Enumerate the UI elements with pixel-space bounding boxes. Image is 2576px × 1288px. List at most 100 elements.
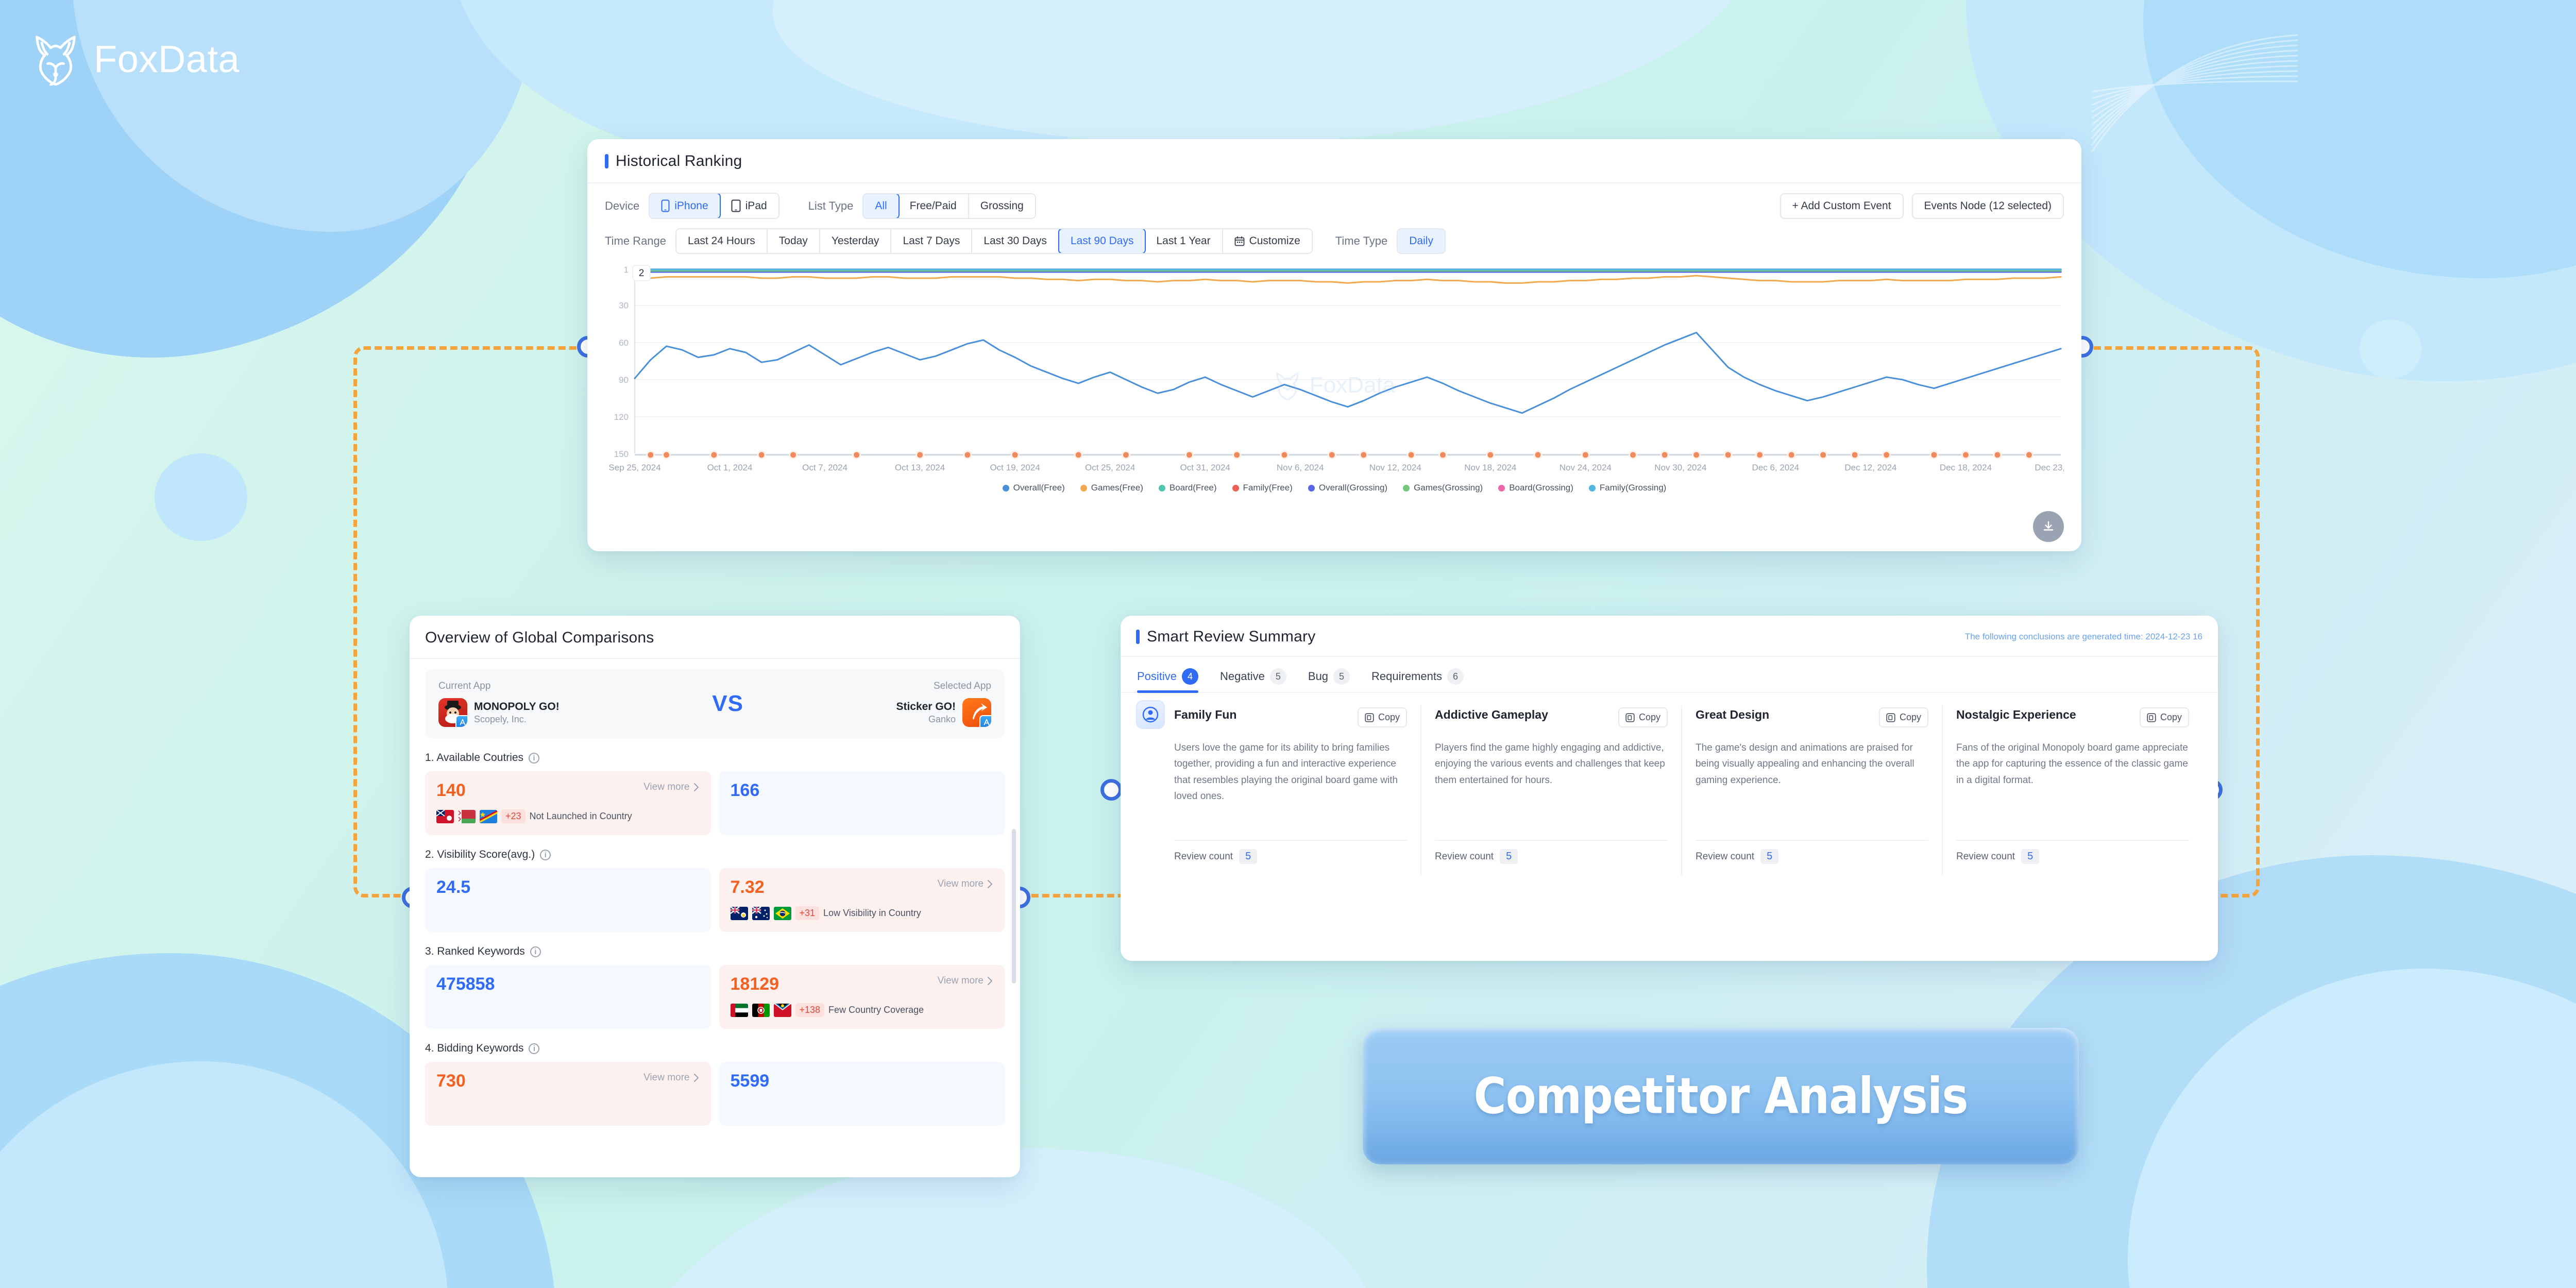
add-custom-event-button[interactable]: + Add Custom Event (1780, 193, 1904, 219)
bg-blob-small-right (2360, 319, 2421, 379)
chart-event-marker[interactable] (852, 450, 861, 460)
device-segmented-control: iPhone iPad (649, 193, 779, 219)
tab-negative[interactable]: Negative 5 (1220, 668, 1286, 692)
chart-event-marker[interactable] (1184, 450, 1194, 460)
chart-series-gamesfree (634, 275, 2062, 284)
chart-event-marker[interactable] (1961, 450, 1970, 460)
svg-text:2: 2 (639, 268, 645, 279)
chart-event-marker[interactable] (1692, 450, 1701, 460)
copy-button-4[interactable]: Copy (2139, 707, 2189, 727)
time-range-option-last-7-days[interactable]: Last 7 Days (891, 229, 973, 253)
chart-event-marker[interactable] (1723, 450, 1733, 460)
flag-dr-congo (480, 809, 497, 823)
legend-item-familyfree[interactable]: Family(Free) (1232, 483, 1293, 493)
chart-event-marker[interactable] (757, 450, 766, 460)
review-card-text-1: Users love the game for its ability to b… (1174, 742, 1398, 802)
review-card-footer-2: Review count 5 (1435, 840, 1668, 875)
legend-item-overallfree[interactable]: Overall(Free) (1002, 483, 1065, 493)
flag-antigua (773, 1003, 791, 1017)
legend-item-familygrossing[interactable]: Family(Grossing) (1588, 483, 1666, 493)
copy-button-1[interactable]: Copy (1357, 707, 1407, 727)
list-type-option-free-paid[interactable]: Free/Paid (898, 194, 969, 218)
review-count-value-3: 5 (1760, 849, 1779, 864)
chart-event-marker[interactable] (1629, 450, 1638, 460)
metric-label-4: 4. Bidding Keywords i (425, 1042, 1005, 1055)
view-more-link-left-1[interactable]: View more (643, 782, 699, 793)
copy-button-3[interactable]: Copy (1878, 707, 1928, 727)
time-range-option-customize[interactable]: Customize (1223, 229, 1312, 253)
page-title: Historical Ranking (616, 152, 742, 170)
y-axis-tick-60: 60 (619, 338, 629, 348)
metric-cell-top: 5599 (731, 1072, 994, 1090)
legend-item-overallgrossing[interactable]: Overall(Grossing) (1308, 483, 1387, 493)
review-card-title-1: Family Fun (1174, 708, 1237, 721)
view-more-link-right-2[interactable]: View more (938, 878, 993, 890)
info-icon-4[interactable]: i (529, 1043, 540, 1054)
chart-event-marker[interactable] (1819, 450, 1828, 460)
view-more-link-left-4[interactable]: View more (643, 1072, 699, 1083)
chart-event-marker[interactable] (646, 450, 655, 460)
chart-event-marker[interactable] (789, 450, 798, 460)
chart-event-marker[interactable] (1010, 450, 1020, 460)
x-axis-tick-2: Oct 7, 2024 (802, 463, 848, 472)
chart-event-marker[interactable] (1660, 450, 1669, 460)
chart-event-marker[interactable] (1882, 450, 1891, 460)
view-more-link-right-3[interactable]: View more (938, 975, 993, 987)
review-card-text-4: Fans of the original Monopoly board game… (1956, 742, 2188, 786)
legend-item-gamesfree[interactable]: Games(Free) (1080, 483, 1143, 493)
chart-event-marker[interactable] (1755, 450, 1765, 460)
chart-event-marker[interactable] (1406, 450, 1416, 460)
device-option-iphone[interactable]: iPhone (650, 194, 721, 218)
chart-event-marker[interactable] (1359, 450, 1368, 460)
chart-event-marker[interactable] (1121, 450, 1130, 460)
chart-event-marker[interactable] (1327, 450, 1336, 460)
chart-event-marker[interactable] (1232, 450, 1242, 460)
info-icon-1[interactable]: i (529, 752, 540, 764)
chart-event-marker[interactable] (1993, 450, 2002, 460)
chart-event-marker[interactable] (1581, 450, 1590, 460)
time-range-option-last-90-days[interactable]: Last 90 Days (1058, 229, 1146, 253)
review-card-footer-3: Review count 5 (1696, 840, 1928, 875)
legend-item-boardfree[interactable]: Board(Free) (1158, 483, 1217, 493)
copy-button-2[interactable]: Copy (1618, 707, 1668, 727)
chart-event-marker[interactable] (1074, 450, 1083, 460)
overview-scrollbar[interactable] (1012, 829, 1016, 984)
chart-event-marker[interactable] (2024, 450, 2033, 460)
events-node-button[interactable]: Events Node (12 selected) (1911, 193, 2064, 219)
chart-event-marker[interactable] (709, 450, 719, 460)
fox-head-logo-icon (36, 36, 76, 86)
list-type-option-grossing[interactable]: Grossing (969, 194, 1035, 218)
tab-requirements[interactable]: Requirements 6 (1371, 668, 1464, 692)
time-range-option-last-1-year[interactable]: Last 1 Year (1145, 229, 1223, 253)
time-type-label: Time Type (1335, 234, 1388, 247)
tab-positive[interactable]: Positive 4 (1137, 668, 1199, 693)
info-icon-2[interactable]: i (540, 849, 551, 860)
chart-event-marker[interactable] (1787, 450, 1796, 460)
chart-event-marker[interactable] (963, 450, 972, 460)
legend-item-gamesgrossing[interactable]: Games(Grossing) (1403, 483, 1483, 493)
chart-event-marker[interactable] (916, 450, 925, 460)
metric-value-right-3: 18129 (730, 974, 779, 994)
legend-item-boardgrossing[interactable]: Board(Grossing) (1498, 483, 1573, 493)
metric-label-3: 3. Ranked Keywords i (425, 945, 1005, 958)
time-type-option-daily[interactable]: Daily (1398, 229, 1445, 253)
tab-label-1: Negative (1220, 670, 1265, 683)
time-range-option-today[interactable]: Today (767, 229, 820, 253)
info-icon-3[interactable]: i (530, 946, 541, 957)
chart-event-marker[interactable] (1850, 450, 1859, 460)
chart-event-marker[interactable] (1929, 450, 1939, 460)
tab-bug[interactable]: Bug 5 (1308, 668, 1350, 692)
chart-event-marker[interactable] (1486, 450, 1495, 460)
list-type-option-all[interactable]: All (863, 194, 900, 218)
chart-event-marker[interactable] (1533, 450, 1543, 460)
time-range-option-last-24-hours[interactable]: Last 24 Hours (676, 229, 768, 253)
chart-event-marker[interactable] (1438, 450, 1448, 460)
time-range-option-last-30-days[interactable]: Last 30 Days (972, 229, 1059, 253)
app-versus-box: Current App MONOPOLY GO! Scopely, Inc. V… (425, 669, 1005, 738)
chart-event-marker[interactable] (1280, 450, 1289, 460)
time-range-option-yesterday[interactable]: Yesterday (820, 229, 892, 253)
download-chart-button[interactable] (2033, 511, 2064, 542)
device-option-ipad[interactable]: iPad (719, 194, 778, 218)
chart-event-marker[interactable] (662, 450, 671, 460)
time-range-segmented-control: Last 24 Hours Today Yesterday Last 7 Day… (675, 228, 1313, 254)
